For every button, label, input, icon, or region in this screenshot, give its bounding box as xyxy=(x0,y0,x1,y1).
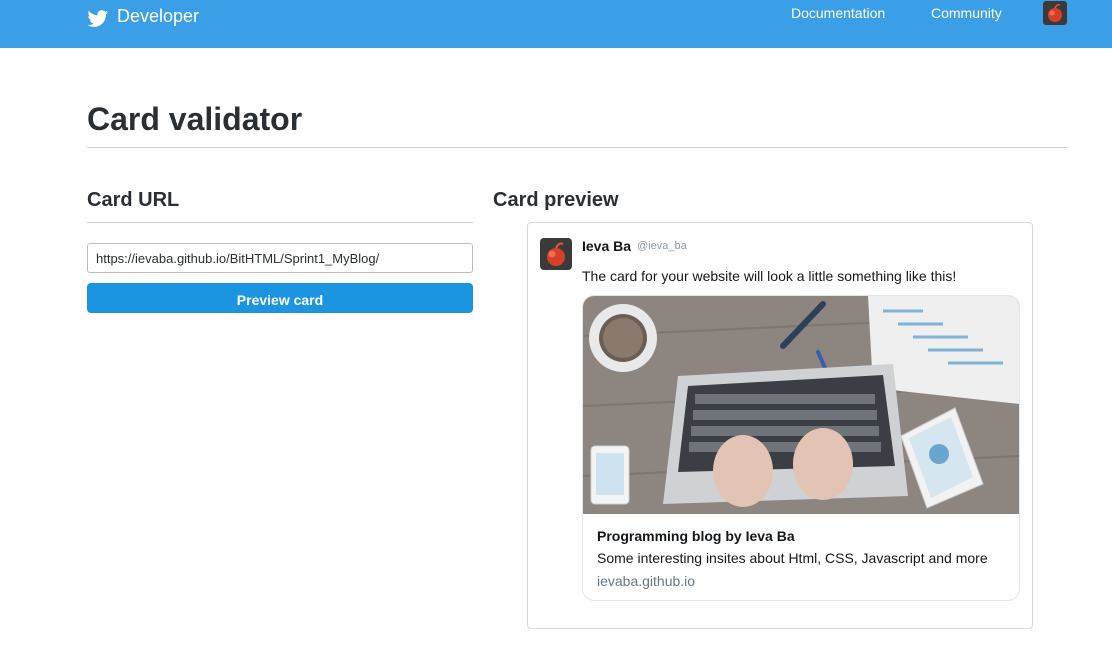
nav-community[interactable]: Community xyxy=(931,5,1002,21)
nav-documentation[interactable]: Documentation xyxy=(791,5,885,21)
summary-card[interactable]: Programming blog by Ieva Ba Some interes… xyxy=(582,295,1020,601)
tweet-avatar xyxy=(540,238,572,270)
developer-home-link[interactable]: Developer xyxy=(87,2,199,30)
card-url-divider xyxy=(87,222,473,223)
card-domain: ievaba.github.io xyxy=(597,573,696,589)
tweet-author-handle: @ieva_ba xyxy=(637,240,687,252)
user-avatar[interactable] xyxy=(1043,1,1067,25)
tweet-text: The card for your website will look a li… xyxy=(582,268,957,284)
brand-label: Developer xyxy=(117,5,200,26)
top-bar: Developer Documentation Community xyxy=(0,0,1112,48)
card-preview-heading: Card preview xyxy=(493,189,619,211)
card-description: Some interesting insites about Html, CSS… xyxy=(597,550,988,566)
twitter-bird-icon xyxy=(87,10,109,27)
title-divider xyxy=(87,147,1067,148)
card-url-input[interactable] xyxy=(87,243,473,273)
card-image xyxy=(583,296,1019,514)
tweet-avatar-image xyxy=(540,238,572,270)
card-url-heading: Card URL xyxy=(87,189,180,211)
card-title: Programming blog by Ieva Ba xyxy=(597,528,795,544)
tweet-author-name: Ieva Ba xyxy=(582,238,632,254)
preview-card-button[interactable]: Preview card xyxy=(87,283,473,313)
user-avatar-image xyxy=(1043,1,1067,25)
page-title: Card validator xyxy=(87,101,303,137)
